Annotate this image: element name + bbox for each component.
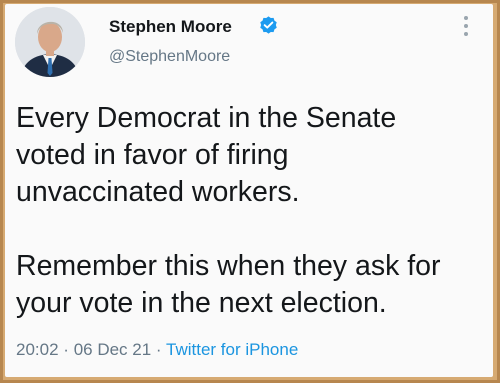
tweet-text: Every Democrat in the Senate voted in fa…: [16, 102, 441, 319]
user-handle[interactable]: @StephenMoore: [109, 48, 230, 66]
more-options-icon[interactable]: [461, 16, 471, 40]
tweet-date[interactable]: 06 Dec 21: [74, 340, 152, 359]
verified-badge-icon: [260, 16, 277, 34]
meta-separator: ·: [63, 340, 69, 359]
tweet-source-link[interactable]: Twitter for iPhone: [166, 340, 298, 359]
display-name[interactable]: Stephen Moore: [109, 17, 232, 37]
tweet-metadata: 20:02 · 06 Dec 21 · Twitter for iPhone: [16, 340, 298, 360]
tweet-time[interactable]: 20:02: [16, 340, 59, 359]
avatar[interactable]: [15, 7, 85, 77]
tweet-card: Stephen Moore @StephenMoore Every Democr…: [5, 4, 493, 377]
meta-separator: ·: [155, 340, 162, 359]
profile-photo: [15, 7, 85, 77]
